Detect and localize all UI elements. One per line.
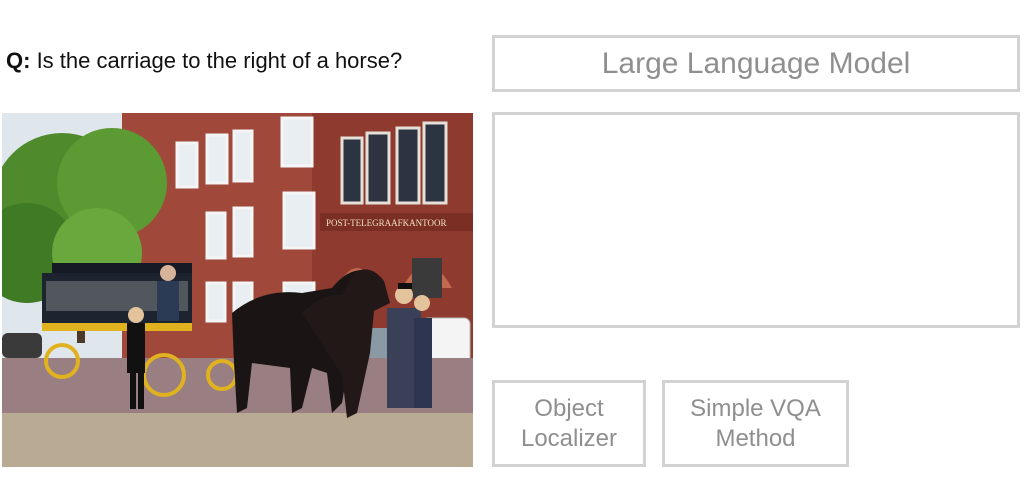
large-language-model-box: Large Language Model [492, 35, 1020, 92]
simple-vqa-method-label: Simple VQA Method [690, 394, 821, 452]
large-language-model-label: Large Language Model [601, 46, 911, 80]
object-localizer-box: Object Localizer [492, 380, 646, 467]
object-localizer-label: Object Localizer [520, 394, 618, 452]
question-body: Is the carriage to the right of a horse? [30, 48, 403, 73]
scene-photo: POST-TELEGRAAFKANTOOR [2, 113, 473, 467]
question-prefix: Q: [6, 48, 31, 73]
question-text: Q: Is the carriage to the right of a hor… [6, 48, 402, 74]
program-output-box [492, 112, 1020, 328]
building-sign-text: POST-TELEGRAAFKANTOOR [326, 218, 447, 228]
simple-vqa-method-box: Simple VQA Method [662, 380, 849, 467]
